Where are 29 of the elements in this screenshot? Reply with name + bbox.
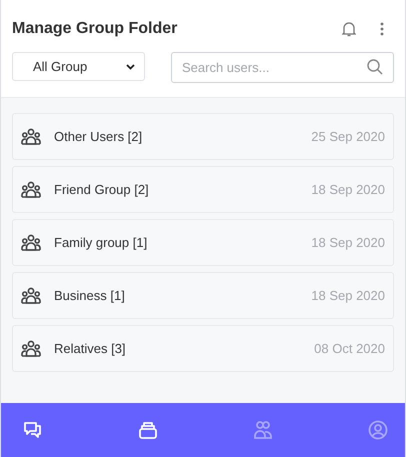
group-icon [21,234,41,252]
chat-icon[interactable] [23,420,43,440]
group-name: Relatives [3] [54,341,127,356]
bell-icon [342,21,356,37]
group-date: 08 Oct 2020 [314,341,385,356]
group-item[interactable]: Business [1] 18 Sep 2020 [12,272,394,319]
group-item[interactable]: Relatives [3] 08 Oct 2020 [12,325,394,372]
chevron-icon [126,64,135,70]
group-date: 18 Sep 2020 [311,235,385,250]
group-icon [21,286,41,304]
group-item[interactable]: Family group [1] 18 Sep 2020 [12,219,394,266]
group-date: 25 Sep 2020 [311,129,385,144]
group-name: Family group [1] [54,235,148,250]
group-item[interactable]: Other Users [2] 25 Sep 2020 [12,113,394,160]
group-dropdown[interactable]: All Group [12,52,145,81]
group-date: 18 Sep 2020 [311,288,385,303]
group-date: 18 Sep 2020 [311,182,385,197]
group-icon [21,128,41,146]
group-icon [21,180,41,198]
group-icon [21,340,41,358]
search-icon [367,59,383,75]
group-name: Business [1] [54,288,126,303]
page-title: Manage Group Folder [12,20,178,38]
group-item[interactable]: Friend Group [2] 18 Sep 2020 [12,166,394,213]
group-name: Other Users [2] [54,129,144,144]
more-icon [380,22,384,36]
search-field[interactable]: Search users... [171,52,394,83]
group-name: Friend Group [2] [54,182,150,197]
archive-icon[interactable] [138,420,158,440]
